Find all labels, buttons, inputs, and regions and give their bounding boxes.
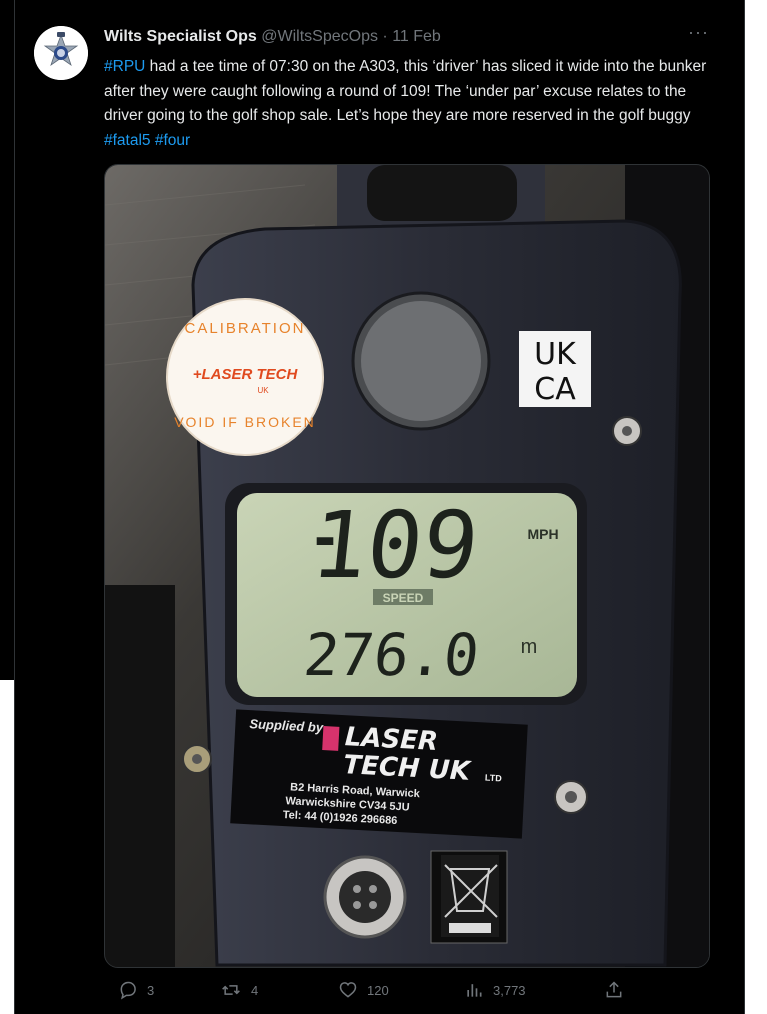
sticker-sub-text: UK (257, 386, 269, 395)
retweet-button[interactable]: 4 (220, 980, 258, 1000)
retweet-count: 4 (251, 982, 259, 998)
hashtag-fatal5[interactable]: #fatal5 (104, 132, 151, 149)
tweet-text: #RPU had a tee time of 07:30 on the A303… (104, 55, 709, 153)
handle[interactable]: @WiltsSpecOps (261, 28, 378, 45)
sticker-brand-text: +LASER TECH (193, 366, 299, 383)
tweet-photo[interactable]: CALIBRATION +LASER TECH UK VOID IF BROKE… (104, 164, 710, 968)
sticker-void-text: VOID IF BROKEN (174, 414, 316, 430)
avatar[interactable] (34, 26, 88, 80)
sticker-calibration-text: CALIBRATION (185, 320, 306, 337)
lcd-distance-value: 276.0 (301, 621, 483, 689)
tweet-header: Wilts Specialist Ops @WiltsSpecOps · 11 … (104, 28, 441, 46)
share-icon (606, 981, 622, 998)
like-button[interactable]: 120 (338, 980, 389, 1000)
tweet-body: had a tee time of 07:30 on the A303, thi… (104, 58, 707, 124)
ukca-mark-bottom: CA (534, 372, 576, 407)
display-name[interactable]: Wilts Specialist Ops (104, 28, 257, 45)
speed-gun-photo: CALIBRATION +LASER TECH UK VOID IF BROKE… (105, 165, 709, 967)
timestamp[interactable]: 11 Feb (392, 28, 441, 45)
reply-count: 3 (147, 982, 155, 998)
lcd-distance-unit: m (521, 636, 538, 658)
like-count: 120 (367, 982, 389, 998)
views-button[interactable]: 3,773 (464, 980, 526, 1000)
lcd-speed-value: 109 (306, 491, 483, 599)
lcd-speed-label: SPEED (383, 591, 424, 605)
more-options-icon[interactable]: ··· (688, 22, 709, 43)
right-page-margin (743, 0, 767, 1014)
tweet-actions: 3 4 120 3,773 (104, 980, 624, 1006)
lcd-speed-unit: MPH (527, 526, 558, 542)
reply-icon (120, 981, 136, 1000)
hashtag-rpu[interactable]: #RPU (104, 58, 145, 75)
hashtag-four[interactable]: #four (155, 132, 190, 149)
separator: · (382, 28, 388, 45)
police-badge-icon (34, 26, 88, 80)
analytics-icon (467, 984, 482, 997)
heart-icon (339, 982, 357, 998)
views-count: 3,773 (493, 982, 526, 998)
left-page-edge (0, 0, 14, 680)
reply-button[interactable]: 3 (118, 980, 154, 1000)
share-button[interactable] (604, 980, 624, 1000)
retweet-icon (222, 985, 240, 995)
supplier-brand-suffix: LTD (485, 773, 503, 784)
ukca-mark-top: UK (534, 337, 577, 372)
